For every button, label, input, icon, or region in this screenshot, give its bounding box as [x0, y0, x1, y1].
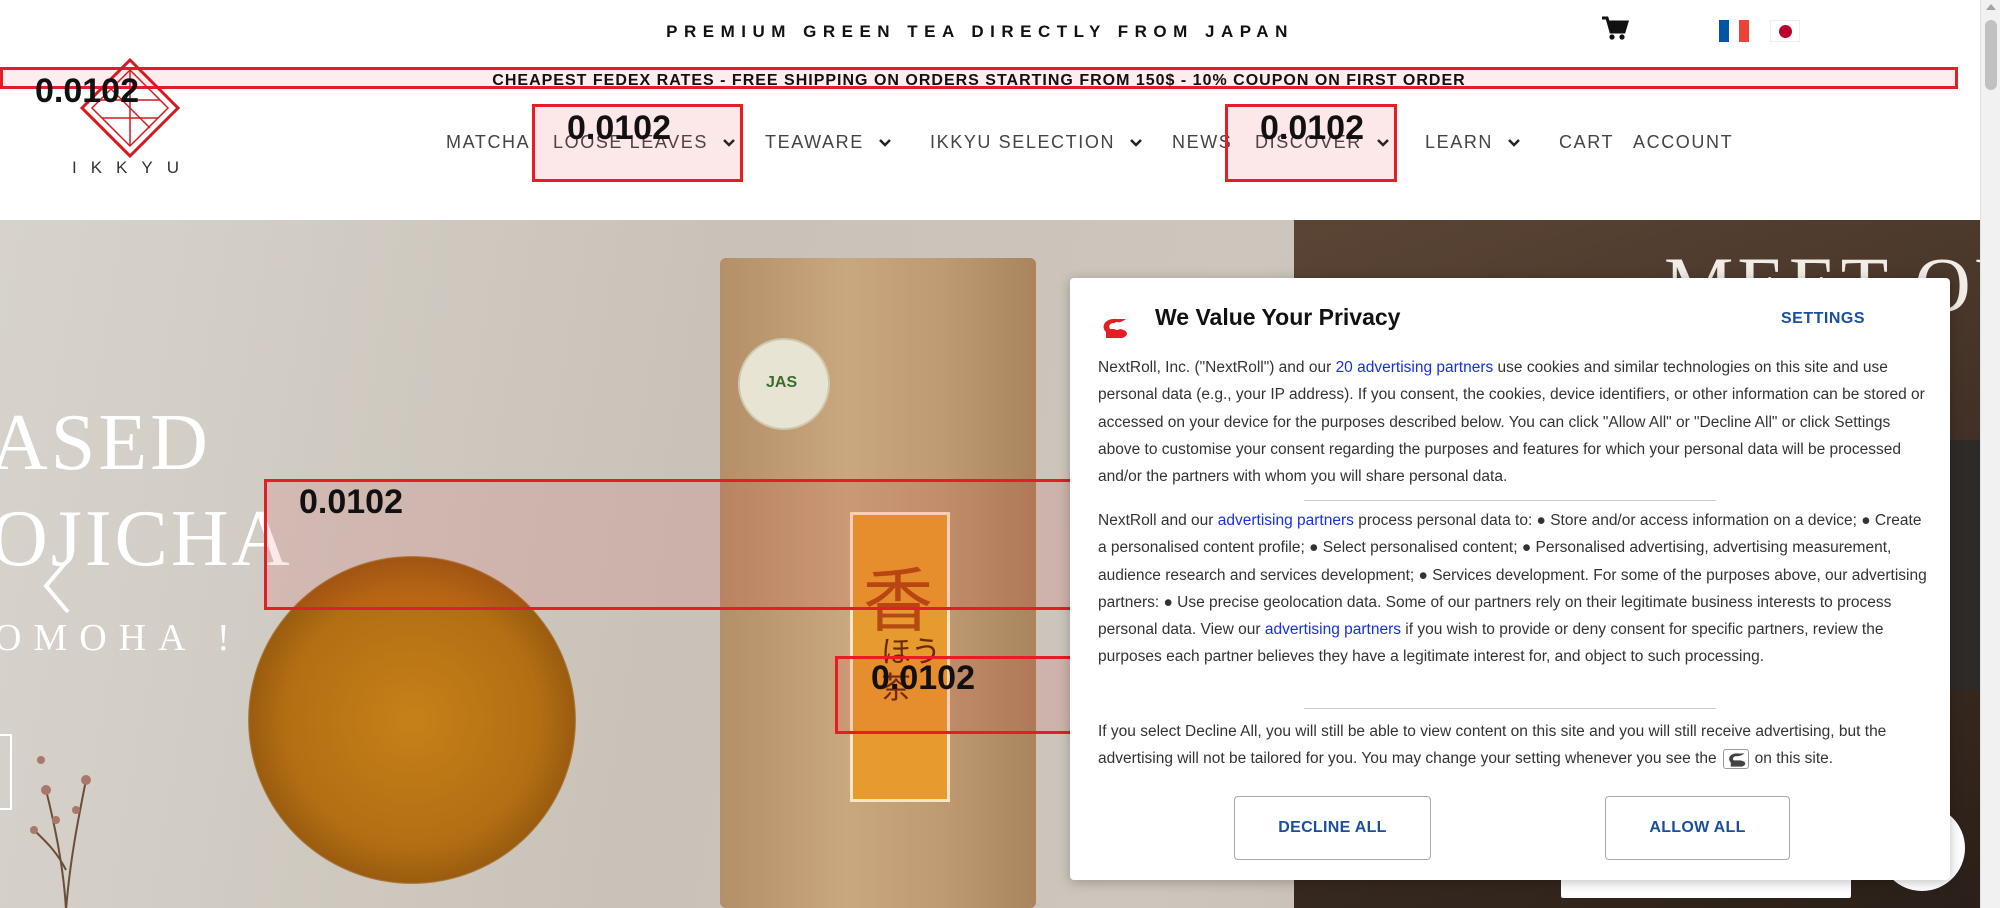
nav-news[interactable]: NEWS	[1172, 132, 1232, 153]
hero-right-image	[1949, 440, 1980, 690]
logo-text: IKKYU	[72, 158, 194, 177]
nav-label: CART	[1559, 132, 1615, 152]
allow-all-button[interactable]: ALLOW ALL	[1605, 796, 1790, 860]
shipping-banner[interactable]: CHEAPEST FEDEX RATES - FREE SHIPPING ON …	[0, 67, 1958, 89]
p1-rest: use cookies and similar technologies on …	[1098, 359, 1925, 486]
nav-label: NEWS	[1172, 132, 1233, 152]
nav-label: IKKYU SELECTION	[930, 132, 1116, 152]
privacy-paragraph-1: NextRoll, Inc. ("NextRoll") and our 20 a…	[1098, 354, 1928, 490]
score-label: 0.0102	[871, 659, 975, 697]
nav-label: TEAWARE	[765, 132, 864, 152]
privacy-title: We Value Your Privacy	[1155, 304, 1401, 330]
score-label: 0.0102	[567, 109, 671, 147]
hero-cta-button[interactable]	[0, 734, 12, 810]
nextroll-logo-icon	[1103, 318, 1127, 338]
advertising-partners-link[interactable]: advertising partners	[1218, 512, 1354, 529]
p2-text: NextRoll and our	[1098, 512, 1218, 529]
page-scrollbar[interactable]	[1980, 0, 2000, 908]
divider	[1304, 500, 1716, 501]
privacy-paragraph-2: NextRoll and our advertising partners pr…	[1098, 507, 1928, 671]
hero-subtitle: OMOHA !	[0, 617, 242, 659]
p1-text: NextRoll, Inc. ("NextRoll") and our	[1098, 359, 1336, 376]
chevron-down-icon	[1130, 138, 1142, 147]
nextroll-settings-icon[interactable]	[1722, 749, 1749, 770]
nav-label: MATCHA	[446, 132, 531, 152]
hero-title-line1: ASED	[0, 399, 211, 487]
tagline: PREMIUM GREEN TEA DIRECTLY FROM JAPAN	[666, 22, 1294, 41]
score-label: 0.0102	[1260, 109, 1364, 147]
privacy-consent-dialog: We Value Your Privacy SETTINGS NextRoll,…	[1070, 278, 1950, 880]
nav-label: ACCOUNT	[1633, 132, 1734, 152]
nav-ikkyu-selection[interactable]: IKKYU SELECTION	[930, 132, 1143, 153]
settings-button[interactable]: SETTINGS	[1781, 310, 1865, 328]
flag-japan-icon[interactable]	[1770, 20, 1800, 42]
decline-all-button[interactable]: DECLINE ALL	[1234, 796, 1431, 860]
cart-icon[interactable]	[1601, 15, 1630, 41]
divider	[1304, 708, 1716, 709]
chevron-down-icon	[878, 138, 891, 147]
advertising-partners-link[interactable]: 20 advertising partners	[1336, 359, 1494, 376]
p2-rest: process personal data to: ● Store and/or…	[1098, 512, 1927, 639]
scroll-up-icon[interactable]	[1986, 4, 1996, 10]
chevron-down-icon	[1508, 138, 1520, 147]
nav-matcha[interactable]: MATCHA	[446, 132, 530, 153]
dried-flowers-image	[30, 756, 91, 908]
nav-account[interactable]: ACCOUNT	[1633, 132, 1733, 153]
nav-label: LEARN	[1425, 132, 1494, 152]
nav-cart[interactable]: CART	[1559, 132, 1614, 153]
top-announcement-bar: PREMIUM GREEN TEA DIRECTLY FROM JAPAN	[0, 0, 1980, 64]
scrollbar-thumb[interactable]	[1985, 20, 1997, 90]
flag-france-icon[interactable]	[1719, 20, 1749, 42]
score-label: 0.0102	[35, 72, 139, 110]
seal-text: JAS	[766, 374, 798, 391]
chevron-left-icon[interactable]	[40, 556, 74, 616]
nav-teaware[interactable]: TEAWARE	[765, 132, 892, 153]
privacy-paragraph-3: If you select Decline All, you will stil…	[1098, 718, 1928, 773]
nav-learn[interactable]: LEARN	[1425, 132, 1521, 153]
jas-seal: JAS	[738, 338, 830, 430]
p3-rest: on this site.	[1754, 750, 1834, 768]
advertising-partners-link[interactable]: advertising partners	[1265, 621, 1401, 638]
score-label: 0.0102	[299, 483, 403, 521]
